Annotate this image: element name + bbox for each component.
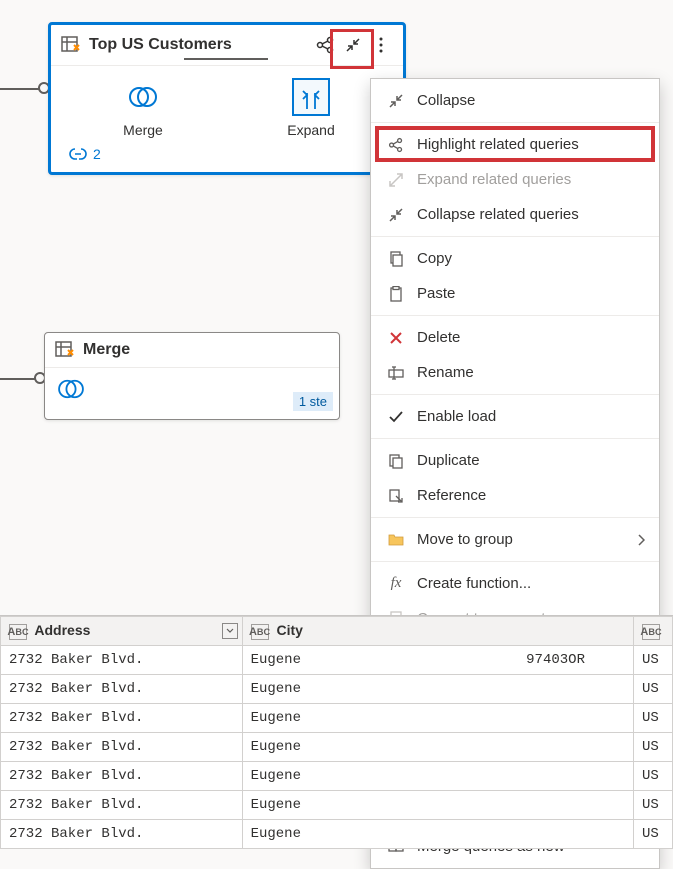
folder-icon: [385, 533, 407, 547]
cell-city: Eugene: [242, 733, 633, 762]
menu-rename[interactable]: Rename: [371, 355, 659, 390]
menu-create-function[interactable]: fx Create function...: [371, 566, 659, 601]
table-row[interactable]: 2732 Baker Blvd.EugeneUS: [1, 762, 673, 791]
menu-copy[interactable]: Copy: [371, 241, 659, 276]
expand-icon: [385, 172, 407, 188]
filter-chevron-icon[interactable]: [222, 623, 238, 639]
menu-divider: [371, 122, 659, 123]
step-label: Merge: [123, 122, 163, 138]
menu-divider: [371, 394, 659, 395]
step-expand[interactable]: Expand: [266, 78, 356, 138]
menu-reference[interactable]: Reference: [371, 478, 659, 513]
link-count: 2: [93, 146, 101, 162]
cell-address: 2732 Baker Blvd.: [1, 646, 243, 675]
duplicate-icon: [385, 453, 407, 469]
menu-divider: [371, 517, 659, 518]
collapse-icon: [385, 93, 407, 109]
step-label: Expand: [287, 122, 334, 138]
copy-icon: [385, 251, 407, 267]
cell-address: 2732 Baker Blvd.: [1, 791, 243, 820]
cell-partial: US: [633, 762, 672, 791]
node-footer[interactable]: 2: [51, 142, 403, 172]
column-header-city[interactable]: ABC City: [242, 617, 633, 646]
node-header: Merge: [45, 333, 339, 368]
cell-city: Eugene: [242, 704, 633, 733]
menu-duplicate[interactable]: Duplicate: [371, 443, 659, 478]
type-text-icon: ABC: [251, 624, 269, 640]
merge-step-icon: [124, 78, 162, 116]
menu-move-to-group[interactable]: Move to group: [371, 522, 659, 557]
table-row[interactable]: 2732 Baker Blvd.EugeneUS: [1, 733, 673, 762]
column-header-partial[interactable]: ABC: [633, 617, 672, 646]
step-connector: [184, 58, 268, 60]
node-title: Top US Customers: [89, 36, 313, 54]
menu-divider: [371, 561, 659, 562]
steps-count-tag: 1 ste: [293, 392, 333, 411]
callout-highlight-icon: [330, 29, 374, 69]
cell-partial: US: [633, 646, 672, 675]
cell-city: Eugene: [242, 820, 633, 849]
table-row[interactable]: 2732 Baker Blvd.EugeneOR97403US: [1, 646, 673, 675]
cell-address: 2732 Baker Blvd.: [1, 704, 243, 733]
type-text-icon: ABC: [642, 624, 660, 640]
check-icon: [385, 410, 407, 424]
cell-partial: US: [633, 791, 672, 820]
table-row[interactable]: 2732 Baker Blvd.EugeneUS: [1, 820, 673, 849]
collapse-icon: [385, 207, 407, 223]
menu-delete[interactable]: Delete: [371, 320, 659, 355]
cell-partial: US: [633, 675, 672, 704]
diagram-canvas[interactable]: Top US Customers Merge: [0, 0, 673, 615]
cell-address: 2732 Baker Blvd.: [1, 733, 243, 762]
type-text-icon: ABC: [9, 624, 27, 640]
node-title: Merge: [83, 341, 329, 359]
node-body: Merge Expand: [51, 66, 403, 142]
expand-step-icon: [292, 78, 330, 116]
cell-city: EugeneOR97403: [242, 646, 633, 675]
menu-paste[interactable]: Paste: [371, 276, 659, 311]
chevron-right-icon: [637, 534, 645, 546]
cell-address: 2732 Baker Blvd.: [1, 820, 243, 849]
column-header-address[interactable]: ABC Address: [1, 617, 243, 646]
table-header-row: ABC Address ABC City ABC: [1, 617, 673, 646]
delete-icon: [385, 331, 407, 345]
data-preview-table: ABC Address ABC City ABC 2732 Baker Blvd…: [0, 615, 673, 849]
menu-divider: [371, 315, 659, 316]
menu-divider: [371, 236, 659, 237]
table-row[interactable]: 2732 Baker Blvd.EugeneUS: [1, 704, 673, 733]
cell-city: Eugene: [242, 791, 633, 820]
menu-divider: [371, 438, 659, 439]
node-merge[interactable]: Merge 1 ste: [44, 332, 340, 420]
table-row[interactable]: 2732 Baker Blvd.EugeneUS: [1, 675, 673, 704]
menu-highlight-related[interactable]: Highlight related queries: [371, 127, 659, 162]
cell-city: Eugene: [242, 762, 633, 791]
step-merge[interactable]: Merge: [98, 78, 188, 138]
table-row[interactable]: 2732 Baker Blvd.EugeneUS: [1, 791, 673, 820]
cell-address: 2732 Baker Blvd.: [1, 762, 243, 791]
cell-address: 2732 Baker Blvd.: [1, 675, 243, 704]
menu-collapse-related[interactable]: Collapse related queries: [371, 197, 659, 232]
paste-icon: [385, 286, 407, 302]
cell-city: Eugene: [242, 675, 633, 704]
cell-partial: US: [633, 704, 672, 733]
function-icon: fx: [385, 575, 407, 592]
menu-enable-load[interactable]: Enable load: [371, 399, 659, 434]
cell-partial: US: [633, 820, 672, 849]
node-top-us-customers[interactable]: Top US Customers Merge: [48, 22, 406, 175]
reference-icon: [385, 488, 407, 504]
cell-partial: US: [633, 733, 672, 762]
menu-collapse[interactable]: Collapse: [371, 83, 659, 118]
table-icon: [55, 341, 75, 359]
menu-expand-related: Expand related queries: [371, 162, 659, 197]
table-icon: [61, 36, 81, 54]
share-icon: [385, 137, 407, 153]
merge-step-icon[interactable]: [57, 378, 327, 400]
rename-icon: [385, 365, 407, 381]
